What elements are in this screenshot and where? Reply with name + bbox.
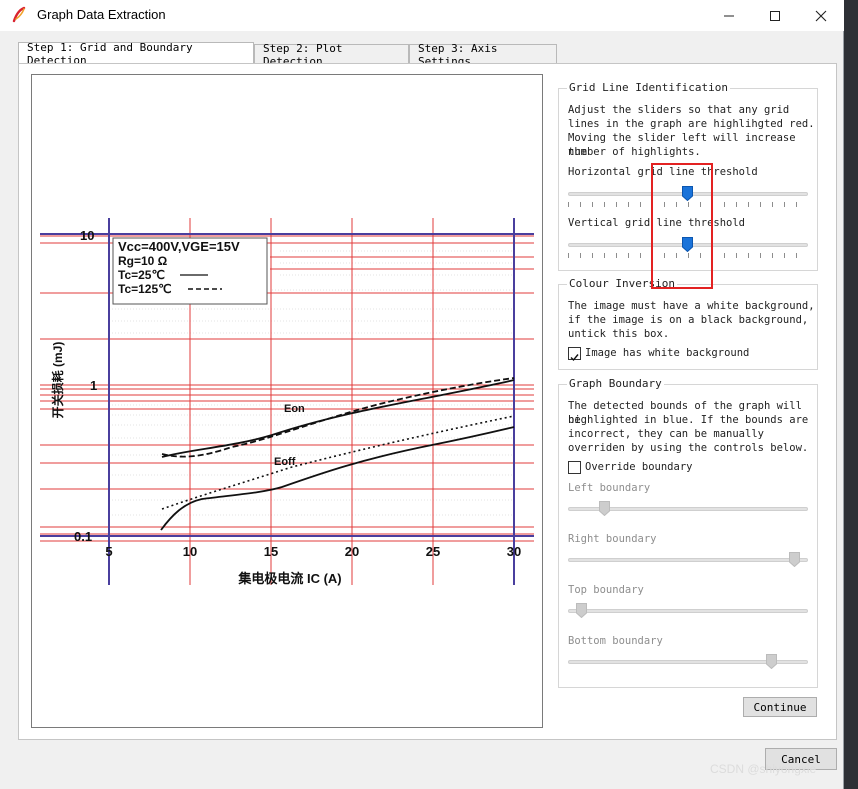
graph-preview: Vcc=400V,VGE=15V Rg=10 Ω Tc=25℃ Tc=125℃ … bbox=[31, 74, 543, 728]
white-background-label: Image has white background bbox=[585, 347, 750, 359]
watermark-text: CSDN @shiyongxie bbox=[710, 762, 817, 776]
group-title: Grid Line Identification bbox=[567, 81, 730, 94]
title-bar: Graph Data Extraction bbox=[0, 0, 844, 31]
y-tick-10: 10 bbox=[80, 228, 94, 243]
eoff-curve-label: Eoff bbox=[274, 456, 296, 468]
app-logo-icon bbox=[12, 6, 26, 23]
bottom-boundary-slider[interactable] bbox=[568, 652, 808, 670]
boundary-description-3: incorrect, they can be manually bbox=[568, 428, 764, 440]
colour-description-3: untick this box. bbox=[568, 328, 670, 340]
tab-plot-detection[interactable]: Step 2: Plot Detection bbox=[254, 42, 409, 68]
legend-line-3: Tc=25℃ bbox=[118, 268, 165, 282]
override-boundary-checkbox[interactable] bbox=[568, 461, 581, 474]
eon-curve-label: Eon bbox=[284, 403, 305, 415]
x-axis-label: 集电极电流 IC (A) bbox=[237, 571, 341, 586]
left-boundary-slider[interactable] bbox=[568, 499, 808, 517]
tab-axis-settings[interactable]: Step 3: Axis Settings bbox=[409, 42, 557, 68]
x-tick-labels: 5 10 15 20 25 30 bbox=[105, 544, 521, 559]
graph-boundary-group: Graph Boundary The detected bounds of th… bbox=[558, 377, 818, 688]
x-tick-15: 15 bbox=[264, 544, 278, 559]
x-tick-5: 5 bbox=[105, 544, 112, 559]
slider-handle[interactable] bbox=[789, 552, 800, 567]
maximize-button[interactable] bbox=[752, 0, 798, 31]
x-tick-30: 30 bbox=[507, 544, 521, 559]
y-axis-label: 开关损耗 (mJ) bbox=[50, 342, 65, 419]
y-tick-1: 1 bbox=[90, 378, 97, 393]
legend-line-2: Rg=10 Ω bbox=[118, 254, 168, 268]
tab-grid-boundary-detection[interactable]: Step 1: Grid and Boundary Detection bbox=[18, 41, 254, 67]
grid-description-4: number of highlights. bbox=[568, 146, 701, 158]
grid-description-1: Adjust the sliders so that any grid bbox=[568, 104, 790, 116]
boundary-description-4: overriden by using the controls below. bbox=[568, 442, 809, 454]
graph-image: Vcc=400V,VGE=15V Rg=10 Ω Tc=25℃ Tc=125℃ … bbox=[40, 218, 534, 586]
y-tick-labels: 10 1 0.1 bbox=[74, 228, 97, 544]
top-boundary-slider[interactable] bbox=[568, 601, 808, 619]
x-tick-20: 20 bbox=[345, 544, 359, 559]
boundary-description-2: highlighted in blue. If the bounds are bbox=[568, 414, 809, 426]
minimize-button[interactable] bbox=[706, 0, 752, 31]
right-boundary-slider[interactable] bbox=[568, 550, 808, 568]
top-boundary-label: Top boundary bbox=[568, 584, 644, 596]
grid-description-2: lines in the graph are highlihgted red. bbox=[568, 118, 815, 130]
window-title: Graph Data Extraction bbox=[37, 7, 166, 22]
slider-handle[interactable] bbox=[766, 654, 777, 669]
bottom-boundary-label: Bottom boundary bbox=[568, 635, 663, 647]
slider-handle[interactable] bbox=[599, 501, 610, 516]
x-tick-10: 10 bbox=[183, 544, 197, 559]
minimize-icon bbox=[724, 15, 734, 16]
x-tick-25: 25 bbox=[426, 544, 440, 559]
slider-groove bbox=[568, 558, 808, 562]
white-background-checkbox[interactable] bbox=[568, 347, 581, 362]
annotation-highlight-box bbox=[651, 163, 713, 289]
close-button[interactable] bbox=[798, 0, 844, 31]
legend-line-4: Tc=125℃ bbox=[118, 282, 172, 296]
group-title: Graph Boundary bbox=[567, 377, 664, 390]
slider-handle[interactable] bbox=[576, 603, 587, 618]
continue-button[interactable]: Continue bbox=[743, 697, 817, 717]
checkmark-icon bbox=[570, 354, 579, 362]
tab-panel: Vcc=400V,VGE=15V Rg=10 Ω Tc=25℃ Tc=125℃ … bbox=[18, 63, 837, 740]
maximize-icon bbox=[770, 10, 780, 21]
override-boundary-label: Override boundary bbox=[585, 461, 693, 473]
colour-description-1: The image must have a white background, bbox=[568, 300, 815, 312]
colour-inversion-group: Colour Inversion The image must have a w… bbox=[558, 277, 818, 370]
close-icon bbox=[815, 10, 827, 21]
legend-line-1: Vcc=400V,VGE=15V bbox=[118, 239, 240, 254]
colour-description-2: if the image is on a black background, bbox=[568, 314, 809, 326]
right-boundary-label: Right boundary bbox=[568, 533, 657, 545]
graph-data-extraction-window: Graph Data Extraction Step 1: Grid and B… bbox=[0, 0, 844, 789]
eoff-25c-curve bbox=[160, 426, 515, 531]
slider-groove bbox=[568, 609, 808, 613]
chart-legend: Vcc=400V,VGE=15V Rg=10 Ω Tc=25℃ Tc=125℃ bbox=[112, 237, 268, 305]
left-boundary-label: Left boundary bbox=[568, 482, 651, 494]
y-tick-0.1: 0.1 bbox=[74, 529, 92, 544]
